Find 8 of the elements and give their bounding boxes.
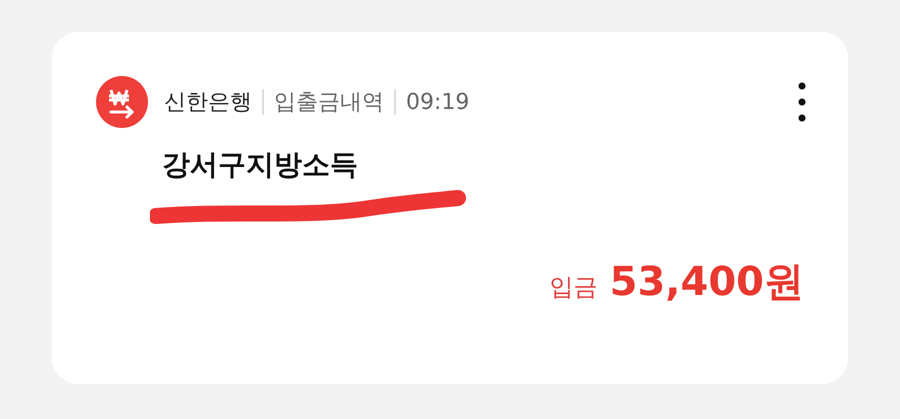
transaction-type: 입금	[550, 272, 598, 303]
more-options-icon[interactable]	[798, 82, 806, 122]
transaction-amount: 53,400원	[610, 258, 804, 307]
notification-title: 강서구지방소득	[162, 147, 359, 183]
notification-card[interactable]: 신한은행 입출금내역 09:19 강서구지방소득 입금 53,400원	[52, 32, 848, 384]
app-name: 신한은행	[164, 89, 252, 117]
notification-category: 입출금내역	[274, 89, 384, 117]
notification-time: 09:19	[406, 90, 470, 114]
